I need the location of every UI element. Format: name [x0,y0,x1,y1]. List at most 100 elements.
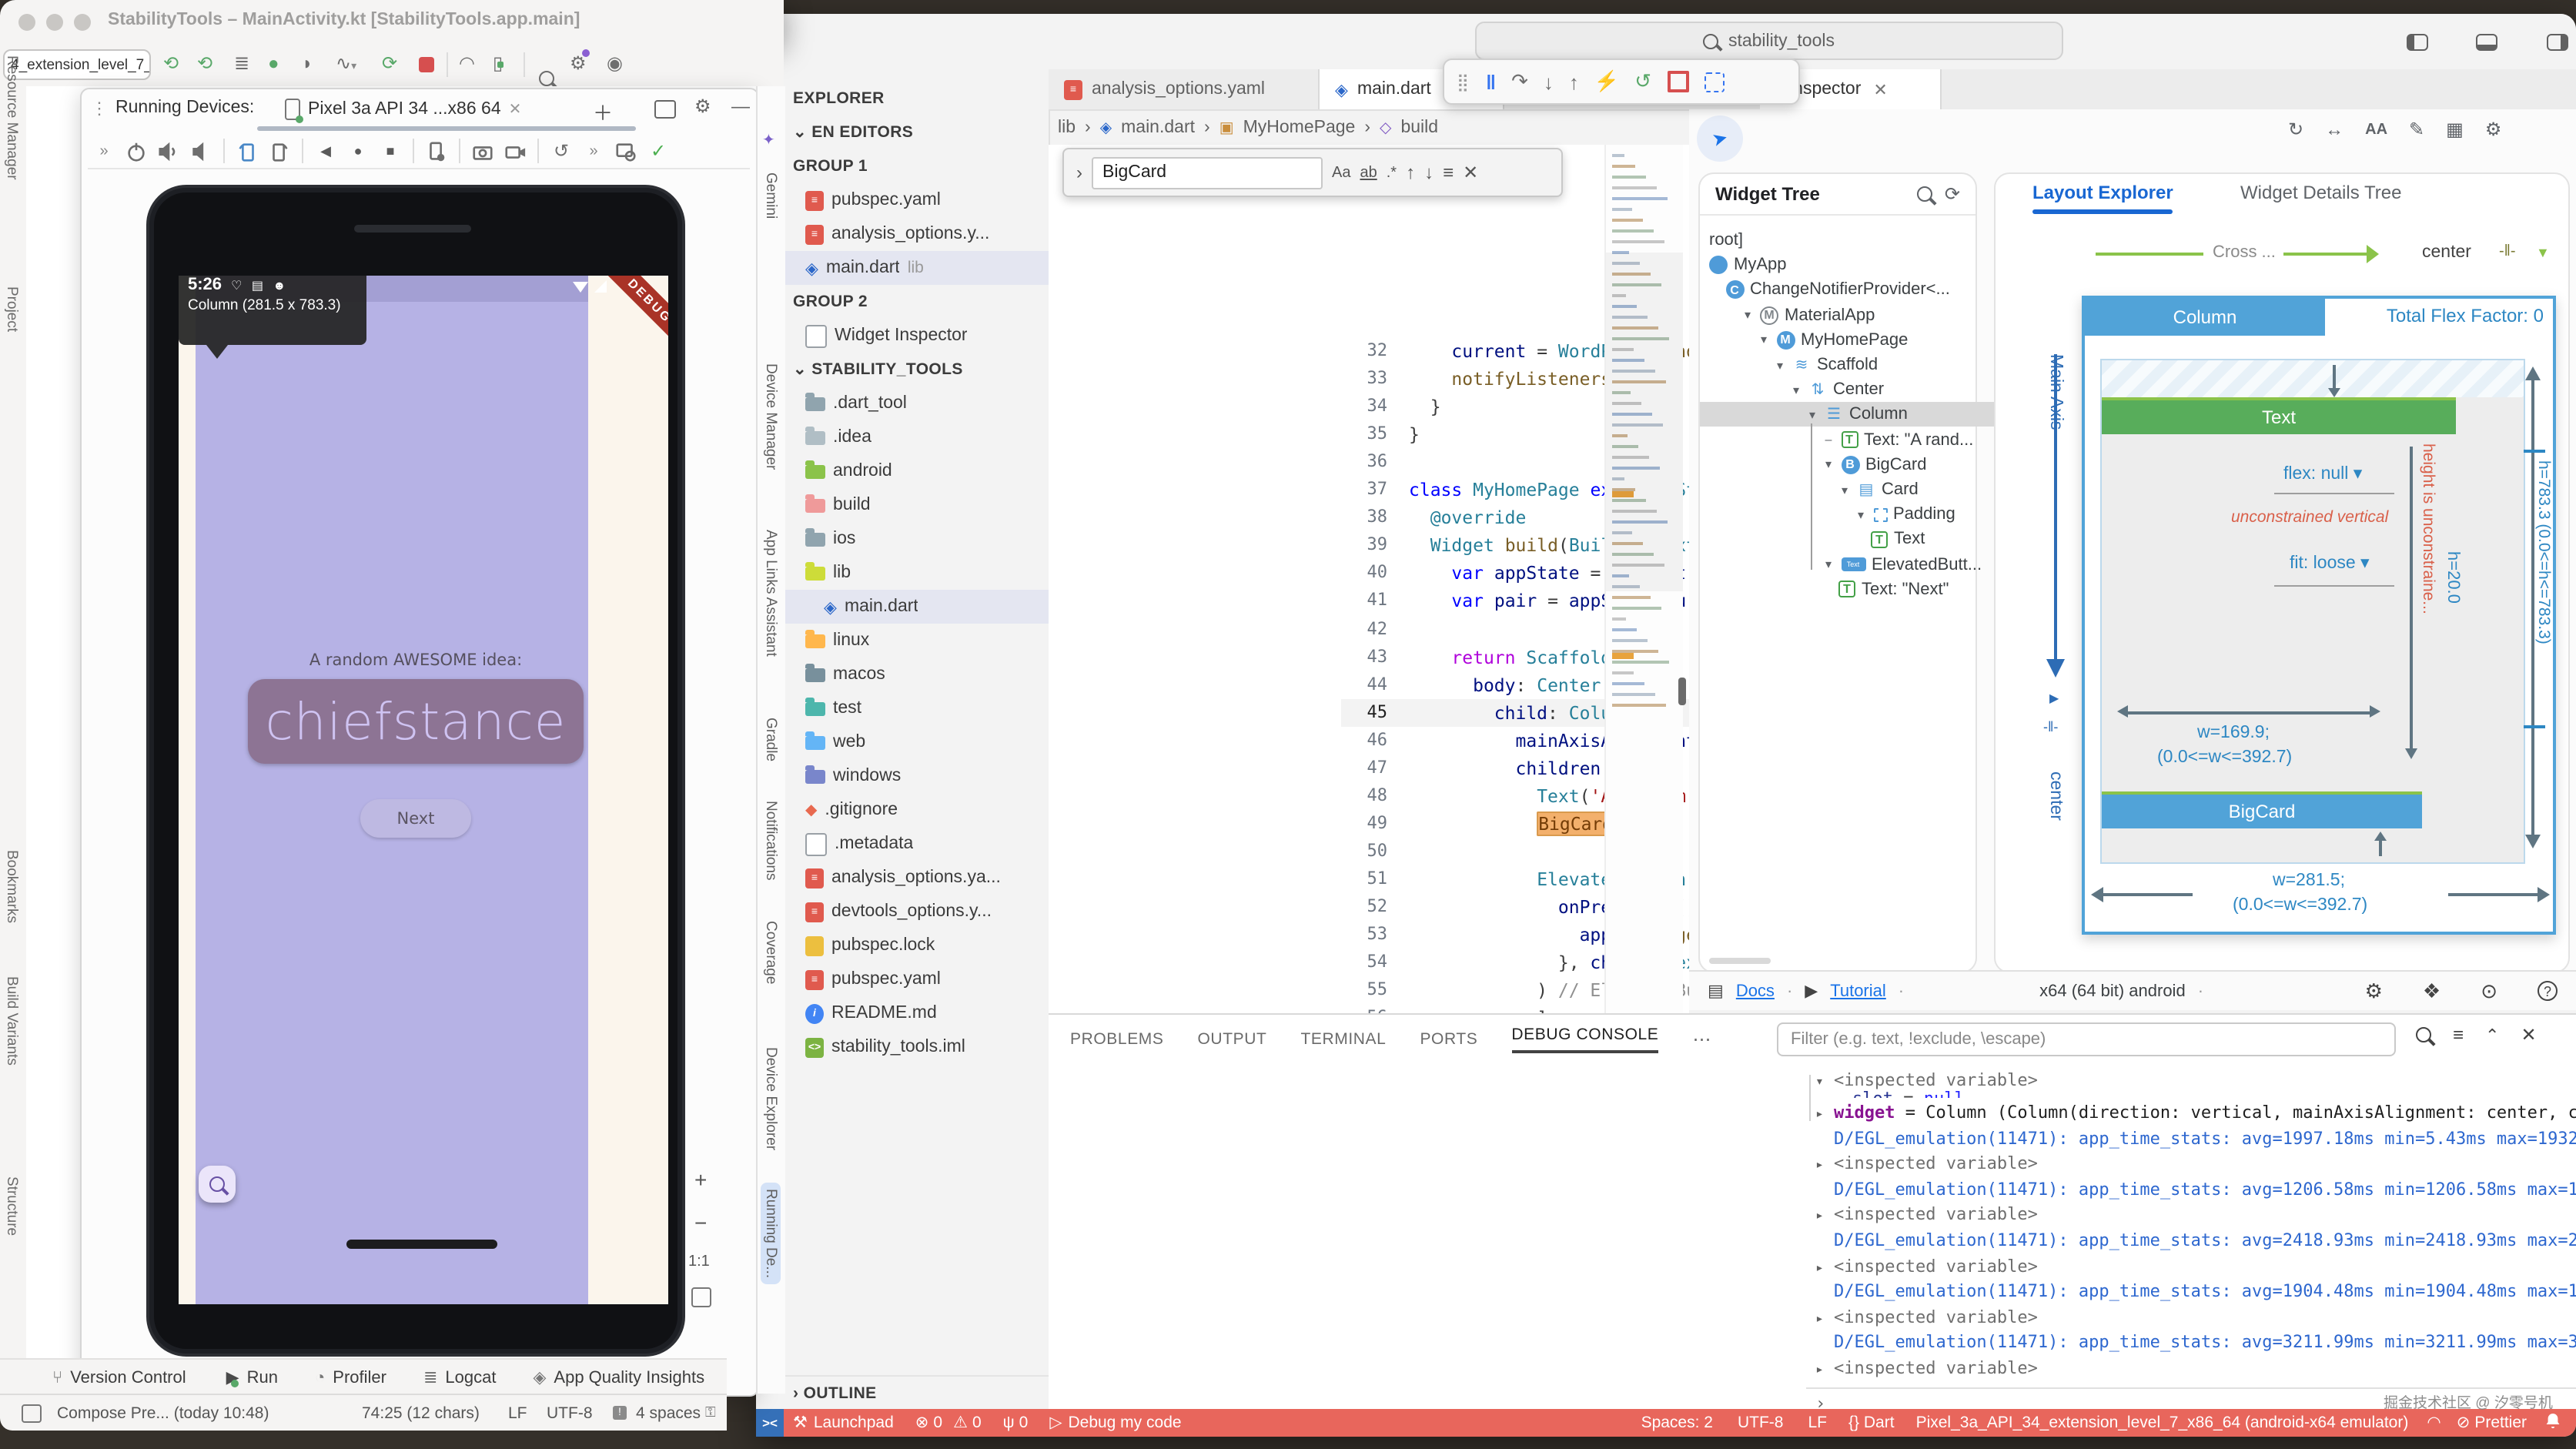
explorer-item[interactable]: ◆.gitignore [784,793,1049,827]
stop-icon[interactable] [1667,71,1688,92]
tree-row[interactable]: root] [1700,228,1980,253]
attach-debugger-icon[interactable]: ◗ [302,52,313,74]
explorer-item[interactable]: .idea [784,420,1049,454]
step-into-icon[interactable]: ↓ [1544,70,1554,93]
explorer-item[interactable]: test [784,691,1049,725]
explorer-item[interactable]: iREADME.md [784,996,1049,1030]
panel-grip-icon[interactable]: ⋮ [91,99,108,119]
window-icon[interactable] [22,1404,42,1422]
rerun-debug-icon[interactable]: ⟳ [382,52,397,74]
filter-list-icon[interactable]: ≡ [2453,1024,2464,1046]
inspect-fab[interactable] [199,1166,236,1203]
debug-bug-icon[interactable]: ● [268,52,279,74]
add-device-icon[interactable]: ＋ [593,97,613,126]
tool-stripe-project[interactable]: Project [3,286,20,332]
explorer-item[interactable]: ≡devtools_options.y... [784,895,1049,929]
panel-tab-problems[interactable]: PROBLEMS [1070,1030,1164,1049]
launchpad-item[interactable]: ⚒Launchpad [793,1414,894,1432]
panel-layout-icon[interactable] [654,100,676,119]
explorer-item[interactable]: ◈main.dart [784,590,1049,624]
hot-reload-icon[interactable]: ⚡ [1594,69,1619,94]
toggle-panel-icon[interactable] [2477,34,2498,51]
open-editors-header[interactable]: ⌄ EN EDITORS [784,115,1049,149]
flex-value[interactable]: flex: null ▾ [2283,462,2362,484]
studio-titlebar[interactable]: StabilityTools – MainActivity.kt [Stabil… [0,0,784,45]
breadcrumb-maindart[interactable]: main.dart [1121,119,1195,137]
encoding-item[interactable]: UTF-8 [1738,1414,1784,1432]
explorer-item[interactable]: ◈main.dartlib [784,251,1049,285]
tool-stripe-device-explorer[interactable]: Device Explorer [761,1041,781,1156]
section-outline[interactable]: › OUTLINE [784,1375,1049,1409]
toggle-sidebar-icon[interactable] [2407,34,2428,51]
breadcrumb-build[interactable]: build [1400,119,1438,137]
logcat-button[interactable]: ≣Logcat [423,1367,497,1387]
tree-row[interactable]: CChangeNotifierProvider<... [1700,278,1996,303]
update-project-icon[interactable]: ⟲ [163,52,179,74]
language-item[interactable]: {} Dart [1848,1414,1895,1432]
vscode-title-search[interactable]: stability_tools [1475,22,2063,60]
line-ending[interactable]: LF [508,1404,527,1422]
explorer-item[interactable]: ≡pubspec.yaml [784,962,1049,996]
bigcard-widget[interactable]: chiefstance [248,679,584,764]
tab-analysis-options[interactable]: ≡ analysis_options.yaml [1049,69,1320,109]
profiler-button[interactable]: ◔Profiler [315,1368,386,1387]
minimap[interactable] [1604,145,1683,1027]
panel-tab-output[interactable]: OUTPUT [1198,1030,1267,1049]
editor-scrollbar-thumb[interactable] [1678,678,1686,705]
toggle-secondary-sidebar-icon[interactable] [2547,34,2568,51]
lock-icon[interactable]: ⚿ [705,1404,716,1421]
panel-tab-debug-console[interactable]: DEBUG CONSOLE [1511,1026,1658,1053]
tree-hscrollbar[interactable] [1709,958,1771,964]
explorer-item[interactable]: lib [784,556,1049,590]
caret-position[interactable]: 74:25 (12 chars) [362,1404,480,1422]
tool-stripe-gradle[interactable]: Gradle [761,711,781,768]
explorer-item[interactable]: ≡analysis_options.y... [784,217,1049,251]
explorer-item[interactable]: ≡pubspec.yaml [784,183,1049,217]
panel-tab-terminal[interactable]: TERMINAL [1300,1030,1386,1049]
explorer-item[interactable]: ≡analysis_options.ya... [784,861,1049,895]
image-icon[interactable]: ▦ [2446,119,2464,140]
explorer-item[interactable]: .dart_tool [784,387,1049,420]
tree-row[interactable]: ▾MMyHomePage [1700,328,2029,353]
version-control-button[interactable]: ⑂Version Control [52,1368,186,1387]
sync-icon[interactable]: ◠ [2427,1414,2441,1432]
build-icon[interactable]: ≣ [234,52,249,74]
tool-stripe-running-de-[interactable]: Running De... [761,1183,781,1284]
settings-gear-icon[interactable]: ⚙ [2365,979,2383,1003]
zoom-fit-button[interactable] [691,1287,711,1307]
indentation[interactable]: 4 spaces [636,1404,701,1422]
find-in-selection-icon[interactable]: ≡ [1443,162,1454,183]
rotate-right-icon[interactable] [263,136,296,166]
close-panel-icon[interactable]: ✕ [2521,1024,2536,1046]
run-config-icon[interactable]: ∿▾ [336,52,356,74]
volume-down-icon[interactable] [185,136,217,166]
device-settings-icon[interactable] [420,136,453,166]
hot-restart-icon[interactable]: ↺ [1634,69,1651,94]
fit-value[interactable]: fit: loose ▾ [2290,551,2370,573]
performance-icon[interactable]: ↻ [2288,119,2303,140]
device-tab[interactable]: Pixel 3a API 34 ...x86 64 ✕ [285,94,521,125]
gemini-spark-icon[interactable]: ✦ [762,132,775,149]
close-traffic-light[interactable] [18,13,35,30]
device-manager-icon[interactable]: ▯ [493,52,503,74]
whole-word-toggle[interactable]: ab [1360,164,1377,181]
android-recents-icon[interactable]: ■ [374,136,406,166]
gradle-sync-icon[interactable]: ◠ [459,52,475,74]
step-over-icon[interactable]: ↷ [1511,69,1528,94]
find-input[interactable]: BigCard [1092,156,1323,189]
prettier-item[interactable]: ⊘Prettier [2457,1414,2527,1432]
close-tab-icon[interactable]: ✕ [509,101,522,118]
tree-row[interactable]: ▾MMaterialApp [1700,303,2012,327]
ready-check-icon[interactable]: ✓ [642,136,674,166]
step-out-icon[interactable]: ↑ [1569,70,1579,93]
zoom-out-button[interactable]: − [694,1210,707,1235]
find-next-icon[interactable]: ↓ [1424,162,1434,183]
explorer-item[interactable]: Widget Inspector [784,319,1049,353]
power-icon[interactable] [120,136,152,166]
close-icon[interactable]: ✕ [1873,79,1887,99]
tutorial-link[interactable]: Tutorial [1830,982,1886,1000]
profile-avatar-icon[interactable]: ◉ [607,52,623,74]
branch-status[interactable]: Compose Pre... (today 10:48) [57,1404,269,1422]
panel-settings-gear-icon[interactable]: ⚙ [694,95,711,117]
tool-stripe-app-links-assistant[interactable]: App Links Assistant [761,524,781,663]
